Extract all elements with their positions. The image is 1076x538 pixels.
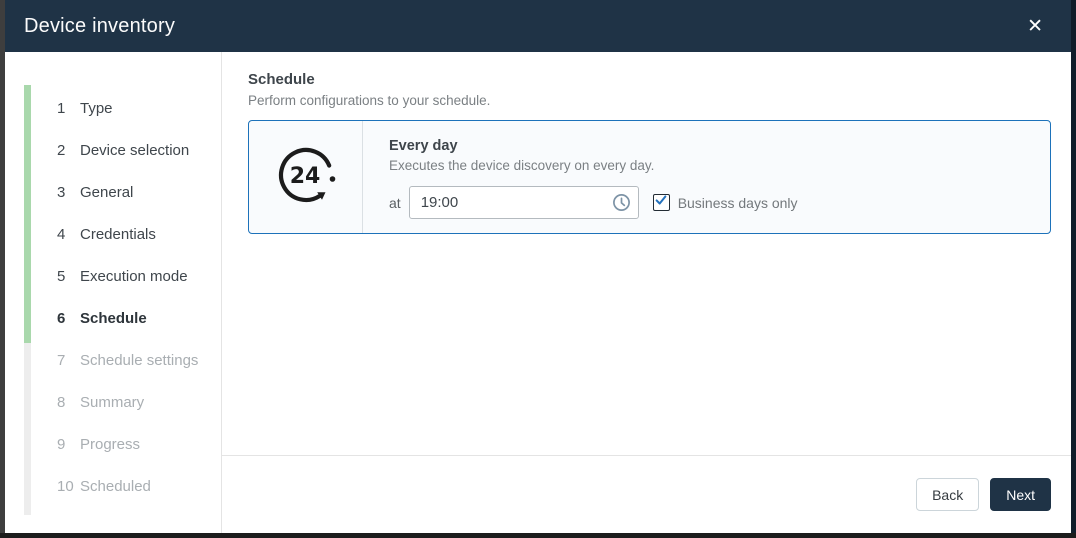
step-execution-mode[interactable]: 5 Execution mode xyxy=(57,255,213,297)
checkmark-icon xyxy=(654,193,668,212)
business-days-label[interactable]: Business days only xyxy=(678,195,798,211)
back-button[interactable]: Back xyxy=(916,478,979,511)
step-label: Device selection xyxy=(80,142,189,159)
time-input[interactable] xyxy=(409,186,639,219)
step-credentials[interactable]: 4 Credentials xyxy=(57,213,213,255)
page-title: Schedule xyxy=(248,71,1051,88)
step-label: Schedule settings xyxy=(80,352,198,369)
step-label: Schedule xyxy=(80,310,147,327)
step-scheduled[interactable]: 10 Scheduled xyxy=(57,465,213,507)
step-type[interactable]: 1 Type xyxy=(57,87,213,129)
business-days-checkbox[interactable] xyxy=(653,194,670,211)
page-description: Perform configurations to your schedule. xyxy=(248,93,1051,108)
24-hours-icon: 24 xyxy=(274,143,338,212)
step-label: Credentials xyxy=(80,226,156,243)
step-progress-bar xyxy=(24,85,31,515)
wizard-steps-sidebar: 1 Type 2 Device selection 3 General 4 Cr… xyxy=(5,52,222,533)
step-schedule[interactable]: 6 Schedule xyxy=(57,297,213,339)
step-general[interactable]: 3 General xyxy=(57,171,213,213)
step-progress[interactable]: 9 Progress xyxy=(57,423,213,465)
dialog-title: Device inventory xyxy=(24,15,175,38)
card-description: Executes the device discovery on every d… xyxy=(389,158,798,173)
close-icon[interactable]: ✕ xyxy=(1023,15,1047,38)
step-schedule-settings[interactable]: 7 Schedule settings xyxy=(57,339,213,381)
dialog-footer: Back Next xyxy=(222,455,1071,533)
step-summary[interactable]: 8 Summary xyxy=(57,381,213,423)
step-label: Execution mode xyxy=(80,268,188,285)
dialog-header: Device inventory ✕ xyxy=(5,0,1071,52)
step-label: Summary xyxy=(80,394,144,411)
card-icon-box: 24 xyxy=(249,121,363,233)
step-label: Progress xyxy=(80,436,140,453)
clock-icon[interactable] xyxy=(612,193,631,217)
backdrop-right-strip xyxy=(1071,0,1076,538)
step-device-selection[interactable]: 2 Device selection xyxy=(57,129,213,171)
every-day-schedule-card[interactable]: 24 Every day Executes the device discove… xyxy=(248,120,1051,234)
next-button[interactable]: Next xyxy=(990,478,1051,511)
step-list: 1 Type 2 Device selection 3 General 4 Cr… xyxy=(57,87,213,507)
step-label: Type xyxy=(80,100,113,117)
svg-text:24: 24 xyxy=(289,164,320,189)
step-label: Scheduled xyxy=(80,478,151,495)
step-label: General xyxy=(80,184,133,201)
device-inventory-dialog: Device inventory ✕ 1 Type 2 Device selec… xyxy=(5,0,1071,533)
backdrop-bottom-strip xyxy=(0,533,1076,538)
schedule-step-content: Schedule Perform configurations to your … xyxy=(222,52,1071,455)
step-progress-fill xyxy=(24,85,31,343)
time-at-label: at xyxy=(389,195,401,211)
card-title: Every day xyxy=(389,138,798,154)
